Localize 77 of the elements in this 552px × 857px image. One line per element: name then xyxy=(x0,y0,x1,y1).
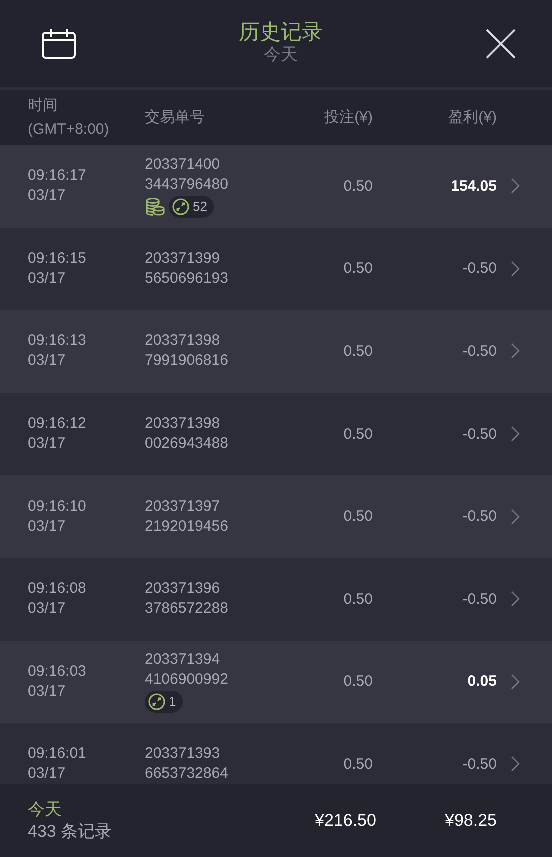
trade-date: 03/17 xyxy=(28,764,67,784)
order-number: 7991906816 xyxy=(145,351,230,372)
profit-amount: -0.50 xyxy=(462,508,497,526)
chevron-right-icon[interactable] xyxy=(511,508,520,525)
trade-time: 09:16:17 xyxy=(28,166,88,186)
page-subtitle: 今天 xyxy=(263,44,299,66)
order-number: 4106900992 xyxy=(145,670,230,690)
trade-date: 03/17 xyxy=(28,351,67,372)
stake-amount: 0.50 xyxy=(342,508,373,526)
column-header: 投注(¥) xyxy=(324,108,373,127)
history-row[interactable]: 09:16:10 03/17 203371397 2192019456 0.50 -0.50 xyxy=(0,475,552,558)
trade-time: 09:16:15 xyxy=(28,248,88,269)
profit-amount: -0.50 xyxy=(462,756,497,773)
chevron-right-icon[interactable] xyxy=(511,674,520,690)
stake-amount: 0.50 xyxy=(342,673,373,690)
order-number: 203371394 xyxy=(145,650,222,670)
profit-amount: 0.05 xyxy=(466,673,497,690)
order-number: 203371396 xyxy=(145,579,222,600)
trade-time: 09:16:01 xyxy=(28,744,88,764)
order-number: 0026943488 xyxy=(145,434,230,454)
chevron-right-icon[interactable] xyxy=(511,178,520,194)
order-number: 3786572288 xyxy=(145,599,230,620)
trade-date: 03/17 xyxy=(28,268,67,289)
history-row[interactable]: 09:16:03 03/17 203371394 4106900992 1 0.50 0.05 xyxy=(0,640,552,724)
order-number: 203371399 xyxy=(145,248,222,269)
timezone-label: (GMT+8:00) xyxy=(28,120,110,140)
page-title: 历史记录 xyxy=(239,22,323,44)
order-number: 203371393 xyxy=(145,744,222,764)
order-number: 203371400 xyxy=(145,154,222,175)
order-number: 203371398 xyxy=(145,414,222,434)
order-number: 203371398 xyxy=(145,331,222,352)
order-number: 203371397 xyxy=(145,496,222,517)
chevron-right-icon[interactable] xyxy=(511,260,520,277)
profit-amount: 154.05 xyxy=(450,178,497,195)
trade-time: 09:16:10 xyxy=(28,496,88,517)
profit-amount: -0.50 xyxy=(462,590,497,608)
history-row[interactable]: 09:16:01 03/17 203371393 6653732864 0.50 -0.50 xyxy=(0,723,552,784)
close-icon[interactable] xyxy=(486,28,516,58)
profit-amount: -0.50 xyxy=(462,260,497,278)
stake-amount: 0.50 xyxy=(342,178,373,195)
history-row[interactable]: 09:16:08 03/17 203371396 3786572288 0.50 -0.50 xyxy=(0,558,552,641)
profit-amount: -0.50 xyxy=(462,342,497,360)
stake-amount: 0.50 xyxy=(342,260,373,278)
chevron-right-icon[interactable] xyxy=(511,756,520,772)
trade-time: 09:16:13 xyxy=(28,331,88,352)
stake-amount: 0.50 xyxy=(342,342,373,360)
multiplier-badge: 1 xyxy=(145,691,184,714)
order-number: 5650696193 xyxy=(145,268,230,289)
trade-time: 09:16:12 xyxy=(28,414,88,434)
history-row[interactable]: 09:16:13 03/17 203371398 7991906816 0.50 -0.50 xyxy=(0,310,552,393)
calendar-icon[interactable] xyxy=(42,28,76,58)
order-number: 2192019456 xyxy=(145,516,230,537)
stake-amount: 0.50 xyxy=(342,426,373,443)
record-count: 433 条记录 xyxy=(28,820,114,842)
total-profit: ¥98.25 xyxy=(444,810,497,830)
period-label: 今天 xyxy=(28,798,63,820)
order-number: 3443796480 xyxy=(145,174,230,195)
chevron-right-icon[interactable] xyxy=(511,426,520,442)
trade-time: 09:16:03 xyxy=(28,662,88,682)
profit-amount: -0.50 xyxy=(462,426,497,443)
history-row[interactable]: 09:16:12 03/17 203371398 0026943488 0.50 -0.50 xyxy=(0,392,552,476)
trade-date: 03/17 xyxy=(28,599,67,620)
multiplier-badge: 52 xyxy=(169,196,214,218)
column-header: 时间 xyxy=(28,96,59,116)
stake-amount: 0.50 xyxy=(342,590,373,608)
column-header: 交易单号 xyxy=(145,108,206,127)
column-header: 盈利(¥) xyxy=(448,108,497,127)
trade-date: 03/17 xyxy=(28,186,67,206)
trade-time: 09:16:08 xyxy=(28,579,88,600)
trade-date: 03/17 xyxy=(28,516,67,537)
trade-date: 03/17 xyxy=(28,434,67,454)
history-row[interactable]: 09:16:15 03/17 203371399 5650696193 0.50 -0.50 xyxy=(0,228,552,310)
order-number: 6653732864 xyxy=(145,764,230,784)
trade-date: 03/17 xyxy=(28,682,67,702)
chevron-right-icon[interactable] xyxy=(511,591,520,608)
stake-amount: 0.50 xyxy=(342,756,373,773)
chevron-right-icon[interactable] xyxy=(511,343,520,360)
